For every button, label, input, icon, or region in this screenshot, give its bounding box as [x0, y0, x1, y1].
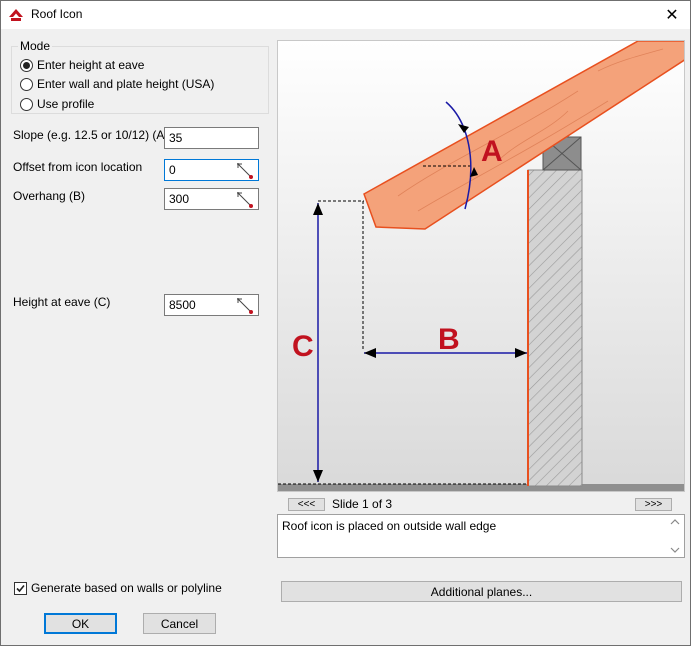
- close-icon: ✕: [665, 7, 679, 24]
- additional-planes-button[interactable]: Additional planes...: [281, 581, 682, 602]
- cancel-button[interactable]: Cancel: [143, 613, 216, 634]
- dimension-label-a: A: [481, 135, 503, 168]
- radio-label: Enter height at eave: [37, 58, 145, 72]
- radio-height-at-eave[interactable]: Enter height at eave: [20, 57, 144, 73]
- checkmark-icon: [16, 584, 25, 593]
- roof-app-icon: [9, 9, 23, 21]
- radio-button[interactable]: [20, 77, 33, 91]
- pick-distance-icon[interactable]: [235, 190, 255, 210]
- pick-point-icon[interactable]: [235, 161, 255, 181]
- ground-line: [278, 484, 684, 491]
- preview-panel: A B C: [277, 40, 685, 492]
- radio-use-profile[interactable]: Use profile: [20, 96, 94, 112]
- offset-label: Offset from icon location: [13, 160, 143, 174]
- scroll-down-icon: [670, 547, 680, 553]
- roof-diagram: A B C: [278, 41, 684, 491]
- mode-group: Mode Enter height at eave Enter wall and…: [11, 39, 269, 114]
- description-box: Roof icon is placed on outside wall edge: [277, 514, 685, 558]
- radio-label: Enter wall and plate height (USA): [37, 77, 215, 91]
- scroll-up-icon: [670, 519, 680, 525]
- overhang-label: Overhang (B): [13, 189, 86, 203]
- dialog-window: Roof Icon ✕ Mode Enter height at eave En…: [0, 0, 691, 646]
- title-bar: Roof Icon ✕: [1, 1, 690, 29]
- generate-label: Generate based on walls or polyline: [31, 581, 222, 595]
- preview-background: [278, 41, 684, 491]
- height-label: Height at eave (C): [13, 295, 111, 309]
- radio-button-checked[interactable]: [20, 58, 33, 72]
- mode-legend: Mode: [18, 39, 53, 53]
- slide-indicator: Slide 1 of 3: [332, 497, 393, 511]
- radio-wall-plate-height[interactable]: Enter wall and plate height (USA): [20, 76, 214, 92]
- close-button[interactable]: ✕: [654, 1, 690, 29]
- wall: [527, 169, 583, 487]
- previous-slide-button[interactable]: <<<: [288, 498, 325, 511]
- window-title: Roof Icon: [31, 7, 83, 21]
- description-scrollbar[interactable]: [667, 516, 683, 556]
- radio-label: Use profile: [37, 97, 95, 111]
- slope-label: Slope (e.g. 12.5 or 10/12) (A): [13, 128, 169, 142]
- pick-height-icon[interactable]: [235, 296, 255, 316]
- dimension-label-c: C: [292, 330, 314, 363]
- next-slide-button[interactable]: >>>: [635, 498, 672, 511]
- dimension-label-b: B: [438, 323, 460, 356]
- ok-button[interactable]: OK: [44, 613, 117, 634]
- slope-input[interactable]: 35: [164, 127, 259, 149]
- description-text: Roof icon is placed on outside wall edge: [282, 519, 497, 533]
- generate-checkbox[interactable]: [14, 582, 27, 595]
- radio-button[interactable]: [20, 97, 33, 111]
